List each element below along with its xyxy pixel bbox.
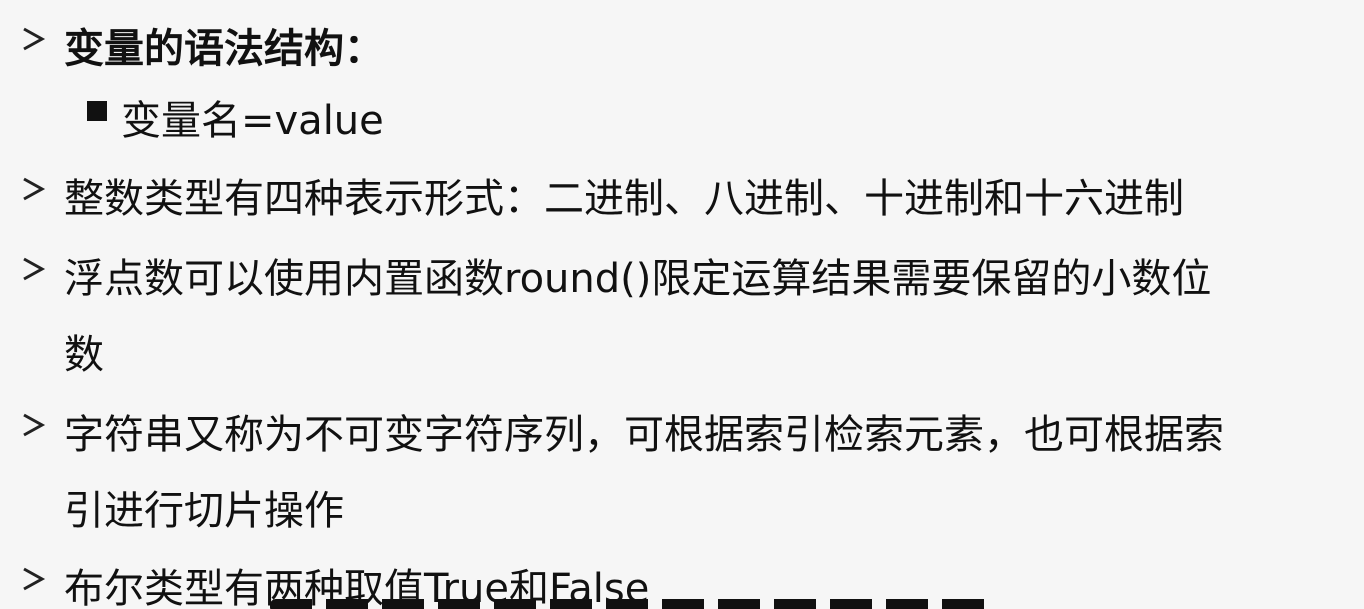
- arrow-icon: [20, 176, 46, 202]
- cutoff-overlay-text: [270, 595, 990, 609]
- bullet-text: 变量的语法结构：: [64, 26, 384, 72]
- bullet-text-line2: 数: [64, 332, 104, 378]
- bullet-text-line1: 字符串又称为不可变字符序列，可根据索引检索元素，也可根据索: [64, 412, 1224, 458]
- bullet-text: 整数类型有四种表示形式：二进制、八进制、十进制和十六进制: [64, 176, 1184, 222]
- bullet-text: 变量名=value: [121, 98, 384, 144]
- slide: 变量的语法结构： 变量名=value 整数类型有四种表示形式：二进制、八进制、十…: [0, 0, 1364, 609]
- arrow-icon: [20, 256, 46, 282]
- arrow-icon: [20, 26, 46, 52]
- cutoff-text-fragment: [270, 599, 990, 609]
- bullet-text-line2: 引进行切片操作: [64, 488, 344, 534]
- bullet-text-line1: 浮点数可以使用内置函数round()限定运算结果需要保留的小数位: [64, 256, 1212, 302]
- square-bullet-icon: [87, 101, 107, 121]
- arrow-icon: [20, 412, 46, 438]
- arrow-icon: [20, 566, 46, 592]
